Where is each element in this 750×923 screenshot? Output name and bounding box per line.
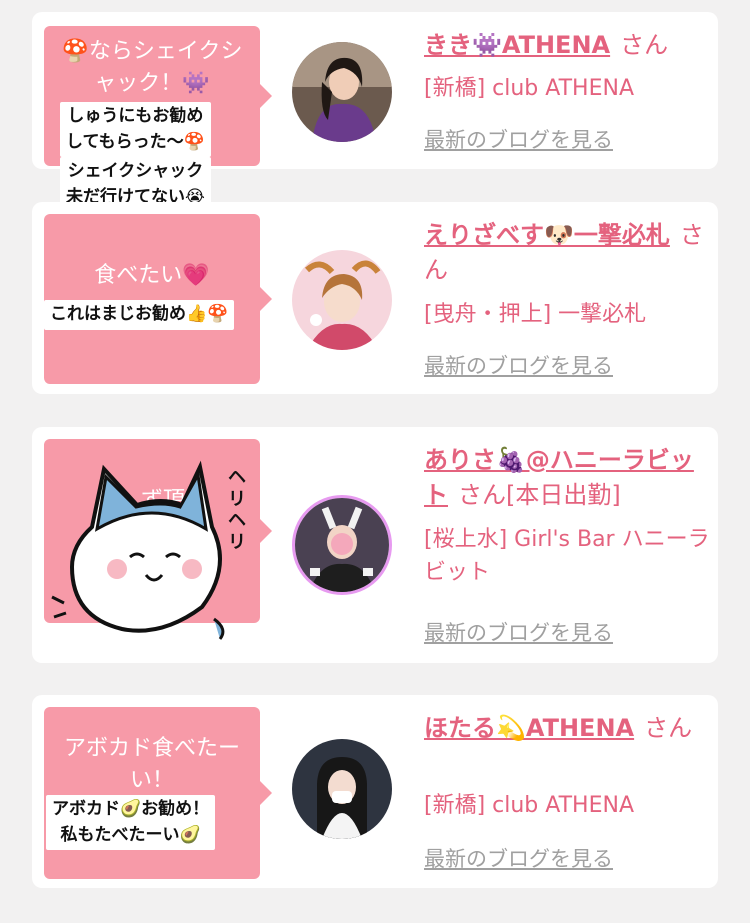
sticker-line: シェイクシャック [67,161,204,181]
shop-name: [新橋] club ATHENA [424,76,634,101]
bubble-text: アボカド食べたーい！ [63,736,240,793]
blog-card: 今…ず頂… ヘリヘリ ありさ🍇@ハニーラビットさん[本日出勤] [桜上水] Gi… [32,427,718,663]
cast-name: ほたる💫ATHENA さん [424,711,714,746]
cast-name-link[interactable]: ほたる💫ATHENA [424,714,634,742]
cast-name: ありさ🍇@ハニーラビット さん[本日出勤] [424,443,714,513]
sticker-line: アボカド🥑お勧め！ [52,799,210,819]
latest-blog-link[interactable]: 最新のブログを見る [424,350,613,380]
comment-bubble: アボカド食べたーい！ [44,707,272,879]
sticker-line: これはまじお勧め👍🍄 [50,304,229,324]
bubble-text: 食べたい💗 [94,263,210,288]
text-sticker: しゅうにもお勧め してもらった〜🍄 [60,102,211,157]
sticker-line: 私もたべたーい🥑 [60,824,201,845]
cast-name-link[interactable]: きき👾ATHENA [424,31,610,59]
latest-blog-link[interactable]: 最新のブログを見る [424,124,613,154]
sticker-line: してもらった〜🍄 [66,131,205,152]
avatar[interactable] [292,495,392,595]
latest-blog-link[interactable]: 最新のブログを見る [424,843,613,873]
latest-blog-link[interactable]: 最新のブログを見る [424,617,613,647]
honorific: さん [620,31,669,59]
avatar[interactable] [292,739,392,839]
shop-name: [桜上水] Girl's Bar ハニーラビット [424,527,710,585]
comment-bubble: 食べたい💗 [44,214,272,384]
cast-name-link[interactable]: えりざべす🐶一撃必札 [424,221,670,249]
attendance-status: [本日出勤] [506,480,621,509]
avatar[interactable] [292,42,392,142]
cast-name: えりざべす🐶一撃必札 さん [424,218,714,288]
shop-name: [曳舟・押上] 一撃必札 [424,302,647,327]
text-sticker: アボカド🥑お勧め！ 私もたべたーい🥑 [46,795,216,850]
avatar[interactable] [292,250,392,350]
blog-card: アボカド食べたーい！ アボカド🥑お勧め！ 私もたべたーい🥑 ほたる💫ATHENA… [32,695,718,888]
hand-lettering: ヘリヘリ [228,467,246,553]
shop-name: [新橋] club ATHENA [424,793,634,818]
honorific: さん [644,714,693,742]
blog-card: 🍄ならシェイクシャック！👾 しゅうにもお勧め してもらった〜🍄 シェイクシャック… [32,12,718,212]
sticker-line: しゅうにもお勧め [67,106,204,126]
honorific: さん [458,480,506,509]
text-sticker: これはまじお勧め👍🍄 [44,300,235,330]
cat-sticker [51,460,225,640]
bubble-text: 🍄ならシェイクシャック！👾 [61,39,243,96]
blog-card: 食べたい💗 これはまじお勧め👍🍄 えりざべす🐶一撃必札 さん [曳舟・押上] 一撃… [32,202,718,394]
cast-name: きき👾ATHENA さん [424,28,714,63]
